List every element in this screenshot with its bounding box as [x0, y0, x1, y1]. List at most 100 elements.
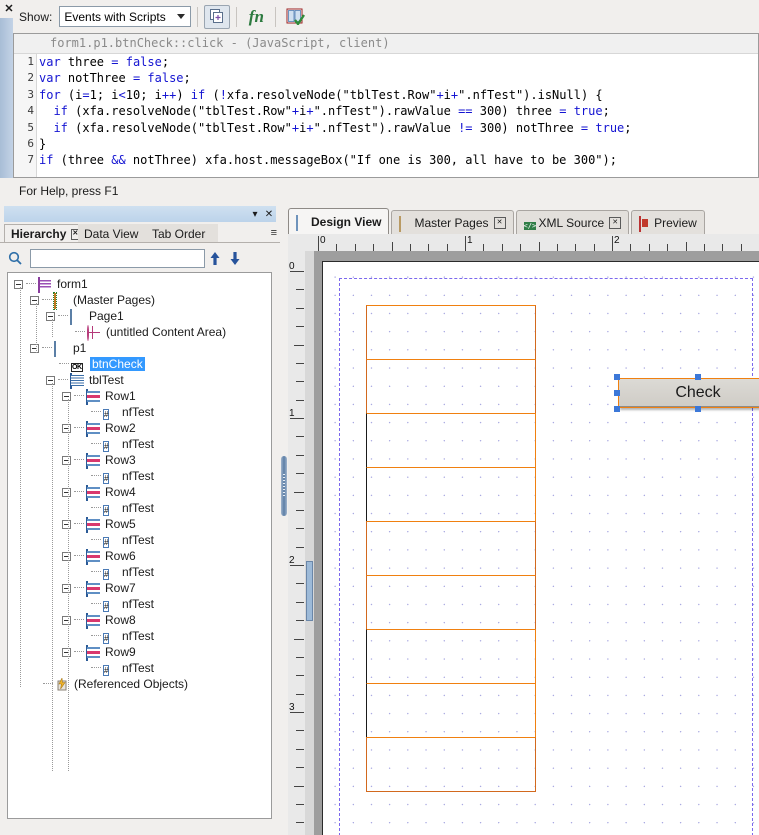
table-row[interactable]	[366, 521, 536, 576]
tree-toggle-icon[interactable]	[62, 487, 71, 497]
tree-item-btncheck[interactable]: OK btnCheck	[46, 356, 145, 372]
script-code-area[interactable]: var three = false; var notThree = false;…	[37, 54, 758, 177]
search-input[interactable]	[30, 249, 205, 268]
design-canvas[interactable]: Check	[305, 251, 759, 835]
search-icon[interactable]	[0, 246, 30, 271]
tree-item-row6[interactable]: Row6	[62, 548, 136, 565]
table-tblTest[interactable]	[366, 305, 536, 835]
table-row[interactable]	[366, 467, 536, 522]
ruler-tick	[538, 242, 540, 251]
tree-item-nftest[interactable]: # nfTest	[78, 468, 154, 484]
numeric-field-icon: #	[103, 536, 110, 548]
table-row[interactable]	[366, 305, 536, 360]
close-icon[interactable]: ✕	[609, 216, 622, 229]
tree-item-referencedobjects[interactable]: (Referenced Objects)	[30, 676, 188, 692]
move-up-button[interactable]	[205, 248, 225, 270]
splitter-grip[interactable]	[281, 456, 287, 517]
tree-item-nftest[interactable]: # nfTest	[78, 404, 154, 420]
ruler-tick	[296, 601, 304, 603]
table-row[interactable]	[366, 575, 536, 630]
close-icon[interactable]: ✕	[493, 216, 506, 229]
close-icon[interactable]: ✕	[262, 207, 276, 221]
tree-item-tbltest[interactable]: tblTest	[46, 372, 124, 389]
tree-item-row5[interactable]: Row5	[62, 516, 136, 533]
tree-connector	[91, 411, 101, 413]
tab-preview[interactable]: Preview	[631, 210, 705, 234]
check-script-syntax-button[interactable]	[282, 5, 308, 29]
canvas-vertical-scrollbar[interactable]	[305, 251, 314, 835]
tree-toggle-icon[interactable]	[30, 295, 39, 305]
tree-item-masterpages[interactable]: (Master Pages)	[30, 291, 155, 310]
tree-item-row2[interactable]: Row2	[62, 420, 136, 437]
tree-toggle-icon[interactable]	[62, 455, 71, 465]
tab-tab-order[interactable]: Tab Order	[146, 224, 218, 243]
tree-toggle-icon[interactable]	[62, 583, 71, 593]
button-icon: OK	[71, 362, 83, 372]
resize-handle-sw[interactable]	[614, 406, 620, 412]
scrollbar-thumb[interactable]	[306, 561, 313, 621]
tree-item-row1[interactable]: Row1	[62, 388, 136, 405]
vertical-ruler: 0 1 2 3	[288, 251, 306, 835]
tree-toggle-icon[interactable]	[62, 551, 71, 561]
tab-design-view[interactable]: Design View	[288, 208, 390, 234]
tree-item-nftest[interactable]: # nfTest	[78, 436, 154, 452]
tree-item-label: nfTest	[122, 597, 155, 611]
tab-master-pages[interactable]: Master Pages ✕	[391, 210, 514, 234]
tree-item-nftest[interactable]: # nfTest	[78, 564, 154, 580]
script-editor[interactable]: form1.p1.btnCheck::click - (JavaScript, …	[13, 33, 759, 178]
tab-xml-source[interactable]: </> XML Source ✕	[515, 210, 630, 234]
ruler-tick	[296, 399, 304, 401]
tree-toggle-icon[interactable]	[14, 279, 23, 289]
resize-handle-w[interactable]	[614, 390, 620, 396]
table-row[interactable]	[366, 359, 536, 414]
resize-handle-nw[interactable]	[614, 374, 620, 380]
tree-toggle-icon[interactable]	[62, 615, 71, 625]
insert-object-button[interactable]	[204, 4, 231, 29]
hierarchy-tree[interactable]: form1 (Master Pages) Page1 (untitled Conten…	[7, 272, 272, 819]
tree-item-row3[interactable]: Row3	[62, 452, 136, 469]
table-row[interactable]	[366, 683, 536, 738]
table-row[interactable]	[366, 629, 536, 684]
panel-splitter[interactable]	[280, 204, 288, 835]
tree-item-row4[interactable]: Row4	[62, 484, 136, 501]
tab-overflow-menu-icon[interactable]: ≡	[271, 227, 277, 239]
tree-item-nftest[interactable]: # nfTest	[78, 532, 154, 548]
form-page[interactable]: Check	[322, 261, 759, 835]
tree-item-nftest[interactable]: # nfTest	[78, 596, 154, 612]
table-row[interactable]	[366, 413, 536, 468]
tab-label: Tab Order	[152, 226, 206, 241]
tree-item-p1[interactable]: p1	[30, 340, 86, 357]
tree-item-nftest[interactable]: # nfTest	[78, 660, 154, 676]
tree-item-untitledcontentarea[interactable]: (untitled Content Area)	[62, 324, 226, 341]
tree-item-page1[interactable]: Page1	[46, 308, 124, 325]
table-row[interactable]	[366, 737, 536, 792]
tree-toggle-icon[interactable]	[46, 375, 55, 385]
btnCheck-button[interactable]: Check	[618, 378, 759, 408]
tree-item-row9[interactable]: Row9	[62, 644, 136, 661]
tab-data-view[interactable]: Data View	[78, 224, 150, 243]
tree-toggle-icon[interactable]	[46, 311, 55, 321]
show-events-select[interactable]: Events with Scripts	[59, 6, 192, 27]
chevron-down-icon[interactable]: ▾	[248, 207, 262, 221]
function-builder-button[interactable]: fn	[243, 5, 269, 29]
tree-toggle-icon[interactable]	[62, 423, 71, 433]
tree-toggle-icon[interactable]	[62, 647, 71, 657]
tree-item-row8[interactable]: Row8	[62, 612, 136, 629]
row-icon	[86, 452, 101, 469]
tab-hierarchy[interactable]: Hierarchy ✕	[4, 224, 82, 243]
tab-label: Hierarchy	[11, 227, 67, 241]
tree-toggle-icon[interactable]	[62, 519, 71, 529]
resize-handle-n[interactable]	[695, 374, 701, 380]
tree-item-form1[interactable]: form1	[14, 276, 88, 293]
btnCheck-selection[interactable]: Check	[614, 374, 759, 412]
move-down-button[interactable]	[225, 248, 245, 270]
chevron-down-icon[interactable]	[172, 8, 190, 25]
tree-item-label: nfTest	[122, 405, 155, 419]
ruler-label: 3	[289, 702, 295, 713]
tree-item-nftest[interactable]: # nfTest	[78, 628, 154, 644]
tree-item-nftest[interactable]: # nfTest	[78, 500, 154, 516]
resize-handle-s[interactable]	[695, 406, 701, 412]
tree-item-row7[interactable]: Row7	[62, 580, 136, 597]
tree-toggle-icon[interactable]	[30, 343, 39, 353]
tree-toggle-icon[interactable]	[62, 391, 71, 401]
